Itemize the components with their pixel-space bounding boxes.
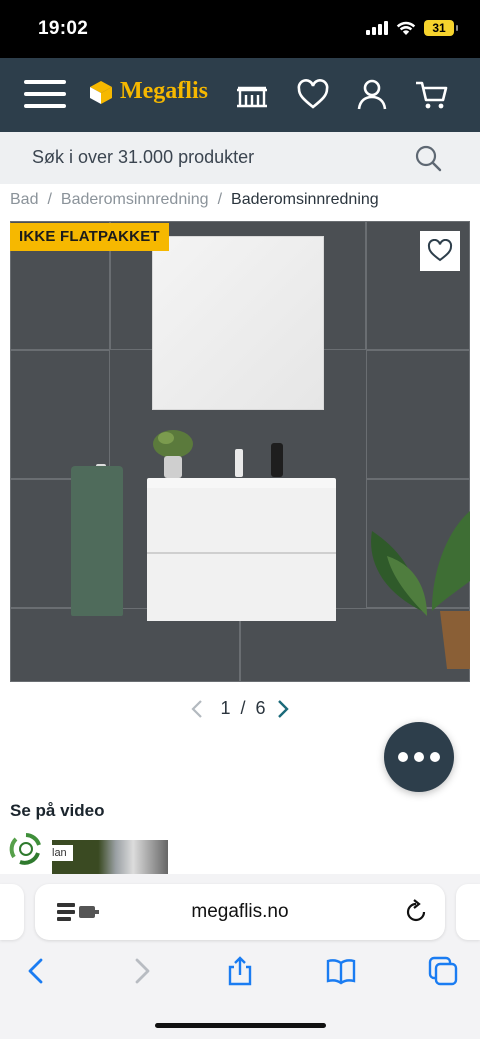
home-indicator <box>155 1023 326 1028</box>
address-bar[interactable]: megaflis.no <box>35 884 445 940</box>
bookmarks-icon[interactable] <box>326 956 356 986</box>
mirror <box>152 236 324 410</box>
wifi-icon <box>396 21 416 35</box>
breadcrumb-item[interactable]: Baderomsinnredning <box>61 191 209 209</box>
battery-icon: 31 <box>424 20 458 36</box>
logo-mark-icon <box>90 80 112 104</box>
product-badge: IKKE FLATPAKKET <box>10 223 169 251</box>
favorite-button[interactable] <box>420 231 460 271</box>
plant-icon <box>153 430 193 478</box>
share-icon[interactable] <box>225 956 255 986</box>
wall-tile <box>366 350 470 479</box>
recycle-icon[interactable] <box>8 831 44 867</box>
soap-dispenser <box>271 443 283 477</box>
chevron-right-icon[interactable] <box>276 699 290 719</box>
forward-icon[interactable] <box>126 956 156 986</box>
product-image[interactable] <box>10 221 470 682</box>
site-header: Megaflis <box>0 58 480 132</box>
breadcrumb: Bad / Baderomsinnredning / Baderomsinnre… <box>10 191 379 209</box>
back-icon[interactable] <box>22 956 52 986</box>
vanity-cabinet <box>147 488 336 621</box>
url-text[interactable]: megaflis.no <box>35 901 445 923</box>
breadcrumb-separator: / <box>217 191 223 208</box>
status-time: 19:02 <box>38 18 89 39</box>
status-indicators: 31 <box>366 20 458 36</box>
breadcrumb-current: Baderomsinnredning <box>231 191 379 208</box>
next-tab-preview[interactable] <box>456 884 480 940</box>
heart-icon[interactable] <box>295 78 331 112</box>
more-options-button[interactable] <box>384 722 454 792</box>
tabs-icon[interactable] <box>428 956 458 986</box>
video-label: lan <box>46 845 73 861</box>
site-logo[interactable]: Megaflis <box>88 78 208 105</box>
towel <box>71 466 123 616</box>
menu-icon[interactable] <box>24 80 66 110</box>
faucet <box>235 449 243 477</box>
previous-tab-preview[interactable] <box>0 884 24 940</box>
heart-icon <box>427 239 453 262</box>
pager-current: 1 <box>220 698 231 718</box>
signal-icon <box>366 21 388 35</box>
user-icon[interactable] <box>354 78 390 112</box>
cart-icon[interactable] <box>414 78 450 112</box>
search-bar[interactable]: Søk i over 31.000 produkter <box>0 132 480 184</box>
status-bar: 19:02 31 <box>0 0 480 58</box>
image-pager: 1 / 6 <box>0 698 480 719</box>
search-input[interactable]: Søk i over 31.000 produkter <box>32 147 254 168</box>
pager-total: 6 <box>255 698 266 718</box>
showroom-icon[interactable] <box>234 78 270 112</box>
breadcrumb-item[interactable]: Bad <box>10 191 38 209</box>
reload-icon[interactable] <box>403 899 429 925</box>
chevron-left-icon[interactable] <box>190 699 204 719</box>
wall-tile <box>10 350 110 479</box>
pager-separator: / <box>240 698 246 718</box>
search-icon[interactable] <box>414 144 442 172</box>
breadcrumb-separator: / <box>47 191 52 208</box>
video-section-title: Se på video <box>10 801 105 820</box>
browser-toolbar: megaflis.no <box>0 874 480 1039</box>
logo-text: Megaflis <box>120 78 208 104</box>
plant-icon <box>371 511 470 669</box>
